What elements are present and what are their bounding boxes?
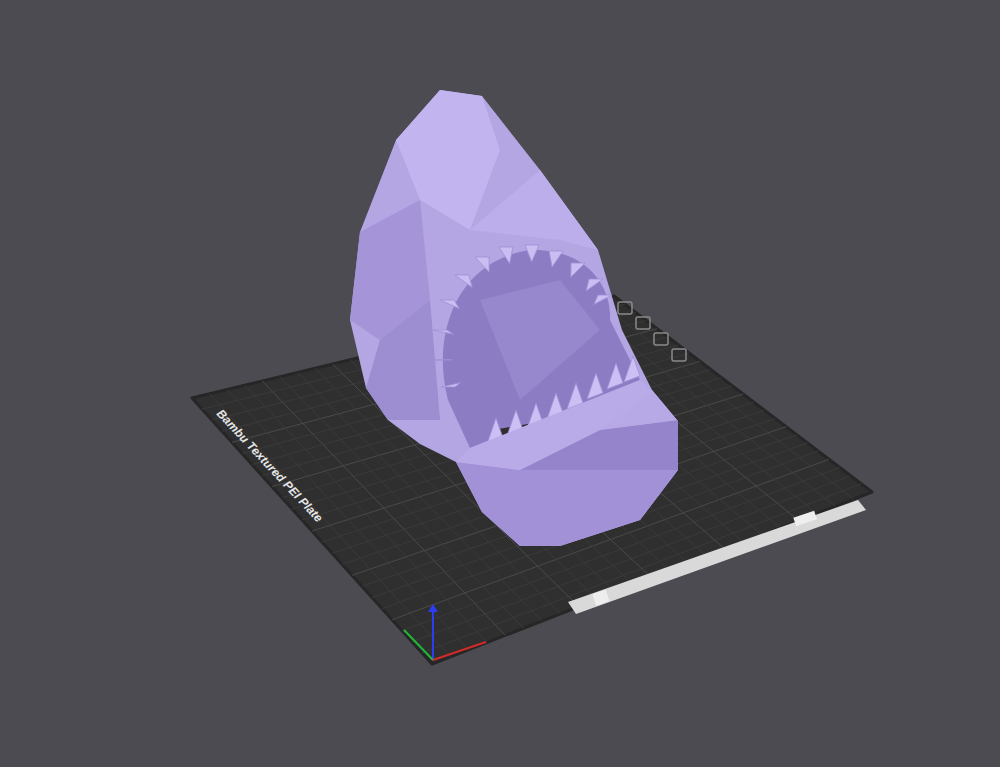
tooth: [624, 356, 640, 382]
scene[interactable]: Bambu Textured PEI Plate: [0, 0, 1000, 767]
tooth: [455, 275, 472, 288]
tooth: [441, 383, 460, 387]
tooth: [525, 245, 539, 262]
tooth: [549, 251, 563, 267]
tooth: [571, 263, 585, 277]
viewport[interactable]: Bambu Textured PEI Plate: [0, 0, 1000, 767]
tooth: [499, 247, 513, 264]
tooth: [440, 300, 459, 309]
axis-gizmo-icon: [404, 604, 486, 660]
tooth: [433, 330, 454, 334]
tooth: [587, 373, 603, 399]
tooth: [475, 257, 489, 272]
tooth: [594, 295, 612, 305]
tooth: [431, 359, 452, 360]
tooth: [586, 279, 603, 291]
plate-qr-icon: [592, 590, 609, 606]
plate-number-icon: [793, 511, 817, 527]
tooth: [607, 363, 623, 389]
shark-model[interactable]: [350, 90, 678, 546]
plate-label: Bambu Textured PEI Plate: [214, 406, 326, 525]
